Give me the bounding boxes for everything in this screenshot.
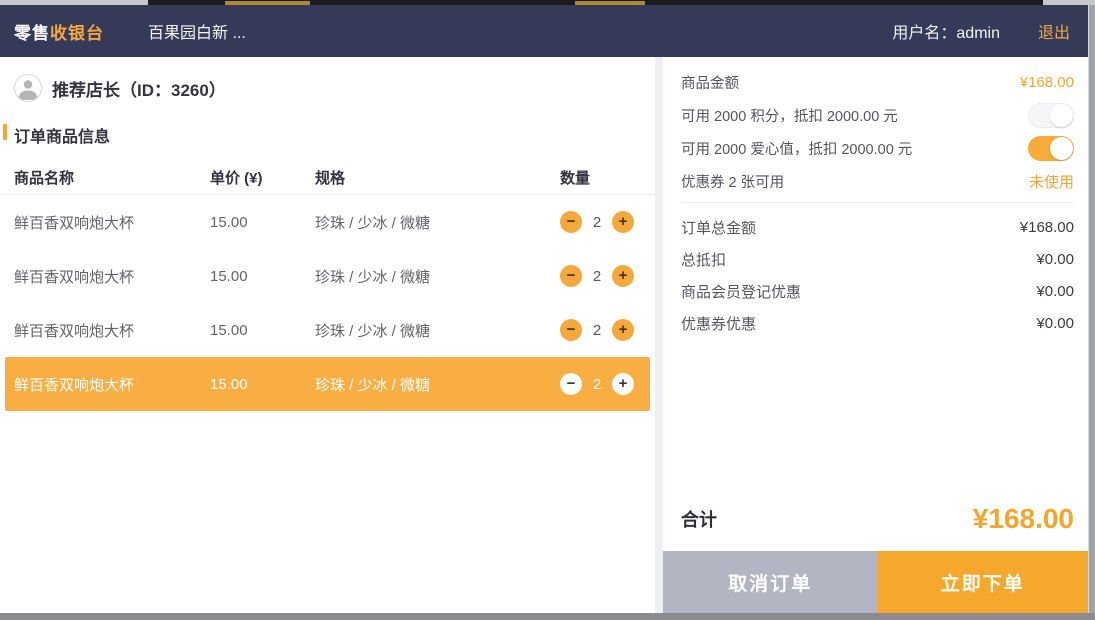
action-bar: 取消订单 立即下单 <box>663 551 1088 613</box>
love-value-row: 可用 2000 爱心值，抵扣 2000.00 元 <box>681 132 1074 165</box>
decrease-quantity-button[interactable]: − <box>560 373 582 395</box>
app-header: 零售收银台 百果园白新 ... 用户名：admin 退出 <box>0 5 1088 57</box>
quantity-value: 2 <box>591 268 603 285</box>
item-price: 15.00 <box>210 214 315 231</box>
points-row: 可用 2000 积分，抵扣 2000.00 元 <box>681 99 1074 132</box>
quantity-value: 2 <box>591 322 603 339</box>
col-header-qty: 数量 <box>560 167 655 188</box>
panel-divider <box>655 57 663 613</box>
quantity-stepper: − 2 + <box>560 211 655 233</box>
app-title-accent: 收银台 <box>50 24 104 43</box>
table-header: 商品名称 单价 (¥) 规格 数量 <box>0 161 655 195</box>
recommender-label: 推荐店长（ID：3260） <box>52 76 226 101</box>
item-name: 鲜百香双响炮大杯 <box>14 266 210 287</box>
pos-cashier-window: 零售收银台 百果园白新 ... 用户名：admin 退出 推荐店长（ID：326… <box>0 5 1089 613</box>
total-row: 总抵扣 ¥0.00 <box>681 243 1074 275</box>
spacer <box>663 339 1088 487</box>
order-item-row[interactable]: 鲜百香双响炮大杯 15.00 珍珠 / 少冰 / 微糖 − 2 + <box>0 303 655 357</box>
item-name: 鲜百香双响炮大杯 <box>14 212 210 233</box>
app-title-prefix: 零售 <box>14 24 50 43</box>
total-value: ¥0.00 <box>1036 283 1074 300</box>
item-name: 鲜百香双响炮大杯 <box>14 374 210 395</box>
coupon-label: 优惠券 2 张可用 <box>681 171 784 192</box>
section-title-order-items: 订单商品信息 <box>0 123 655 147</box>
increase-quantity-button[interactable]: + <box>612 373 634 395</box>
goods-amount-row: 商品金额 ¥168.00 <box>681 66 1074 99</box>
item-name: 鲜百香双响炮大杯 <box>14 320 210 341</box>
total-value: ¥0.00 <box>1036 315 1074 332</box>
cancel-order-button[interactable]: 取消订单 <box>663 551 878 613</box>
goods-amount-label: 商品金额 <box>681 72 739 93</box>
total-value: ¥0.00 <box>1036 251 1074 268</box>
item-spec: 珍珠 / 少冰 / 微糖 <box>315 374 560 395</box>
item-spec: 珍珠 / 少冰 / 微糖 <box>315 266 560 287</box>
grand-total-label: 合计 <box>681 506 717 532</box>
total-row: 优惠券优惠 ¥0.00 <box>681 307 1074 339</box>
quantity-stepper: − 2 + <box>560 319 655 341</box>
quantity-value: 2 <box>591 376 603 393</box>
quantity-stepper: − 2 + <box>560 265 655 287</box>
app-title: 零售收银台 <box>14 19 104 44</box>
goods-amount-value: ¥168.00 <box>1020 74 1074 91</box>
increase-quantity-button[interactable]: + <box>612 319 634 341</box>
toggle-knob <box>1050 137 1073 160</box>
total-label: 总抵扣 <box>681 249 726 270</box>
checkout-panel: 商品金额 ¥168.00 可用 2000 积分，抵扣 2000.00 元 可用 … <box>663 57 1088 613</box>
item-price: 15.00 <box>210 376 315 393</box>
decrease-quantity-button[interactable]: − <box>560 265 582 287</box>
coupon-row: 优惠券 2 张可用 未使用 <box>681 165 1074 198</box>
grand-total-value: ¥168.00 <box>973 503 1074 535</box>
total-value: ¥168.00 <box>1020 219 1074 236</box>
coupon-status[interactable]: 未使用 <box>1029 171 1074 192</box>
item-price: 15.00 <box>210 322 315 339</box>
col-header-price: 单价 (¥) <box>210 167 315 188</box>
love-value-toggle[interactable] <box>1028 136 1074 161</box>
total-label: 订单总金额 <box>681 217 756 238</box>
order-items-panel: 推荐店长（ID：3260） 订单商品信息 商品名称 单价 (¥) 规格 数量 鲜… <box>0 57 655 613</box>
store-tab[interactable]: 百果园白新 ... <box>148 19 246 43</box>
col-header-spec: 规格 <box>315 167 560 188</box>
total-row: 商品会员登记优惠 ¥0.00 <box>681 275 1074 307</box>
order-item-row[interactable]: 鲜百香双响炮大杯 15.00 珍珠 / 少冰 / 微糖 − 2 + <box>0 195 655 249</box>
desktop-bottom-sliver <box>0 613 1095 620</box>
order-totals: 订单总金额 ¥168.00 总抵扣 ¥0.00 商品会员登记优惠 ¥0.00 优… <box>663 203 1088 339</box>
col-header-name: 商品名称 <box>14 167 210 188</box>
points-toggle[interactable] <box>1028 103 1074 128</box>
submit-order-button[interactable]: 立即下单 <box>878 551 1088 613</box>
decrease-quantity-button[interactable]: − <box>560 211 582 233</box>
decrease-quantity-button[interactable]: − <box>560 319 582 341</box>
quantity-value: 2 <box>591 214 603 231</box>
total-row: 订单总金额 ¥168.00 <box>681 211 1074 243</box>
logout-button[interactable]: 退出 <box>1038 19 1070 43</box>
order-item-row[interactable]: 鲜百香双响炮大杯 15.00 珍珠 / 少冰 / 微糖 − 2 + <box>0 249 655 303</box>
username-label: 用户名：admin <box>892 19 1000 43</box>
love-value-label: 可用 2000 爱心值，抵扣 2000.00 元 <box>681 138 912 159</box>
user-avatar-icon <box>14 74 42 102</box>
quantity-stepper: − 2 + <box>560 373 650 395</box>
total-label: 商品会员登记优惠 <box>681 281 801 302</box>
increase-quantity-button[interactable]: + <box>612 265 634 287</box>
main-content: 推荐店长（ID：3260） 订单商品信息 商品名称 单价 (¥) 规格 数量 鲜… <box>0 57 1088 613</box>
recommender-row[interactable]: 推荐店长（ID：3260） <box>14 74 641 102</box>
increase-quantity-button[interactable]: + <box>612 211 634 233</box>
total-label: 优惠券优惠 <box>681 313 756 334</box>
item-spec: 珍珠 / 少冰 / 微糖 <box>315 212 560 233</box>
grand-total-row: 合计 ¥168.00 <box>663 487 1088 551</box>
order-item-row-selected[interactable]: 鲜百香双响炮大杯 15.00 珍珠 / 少冰 / 微糖 − 2 + <box>5 357 650 411</box>
item-price: 15.00 <box>210 268 315 285</box>
item-spec: 珍珠 / 少冰 / 微糖 <box>315 320 560 341</box>
toggle-knob <box>1050 104 1073 127</box>
discount-summary: 商品金额 ¥168.00 可用 2000 积分，抵扣 2000.00 元 可用 … <box>663 57 1088 198</box>
points-label: 可用 2000 积分，抵扣 2000.00 元 <box>681 105 898 126</box>
